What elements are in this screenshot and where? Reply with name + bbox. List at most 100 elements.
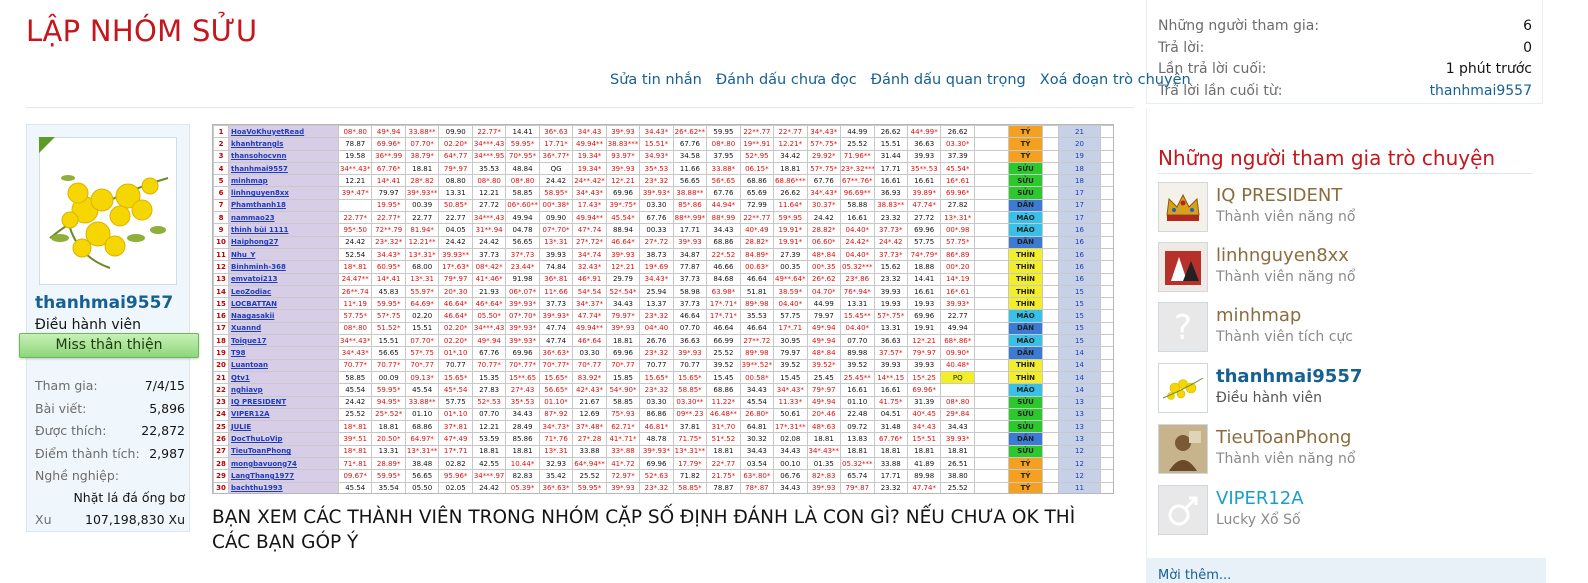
sheet-zodiac-tag: THÌN <box>1008 272 1043 286</box>
participant-avatar[interactable] <box>1158 242 1208 292</box>
sheet-gap <box>1042 235 1059 249</box>
sheet-gap <box>1100 211 1113 225</box>
sheet-cell: 00*.35 <box>806 260 842 274</box>
sheet-zodiac-tag: MÃO <box>1008 334 1043 348</box>
sheet-cell: 03.54 <box>739 457 775 471</box>
sheet-gap <box>974 321 1009 336</box>
participant-item[interactable]: VIPER12A Lucky Xổ Số <box>1158 485 1538 537</box>
stat-value: 22,872 <box>141 423 185 438</box>
sheet-member-name: bachthu1993 <box>228 481 339 493</box>
participant-item[interactable]: ? minhmap Thành viên tích cực <box>1158 302 1538 354</box>
sheet-cell: 41*.46* <box>471 272 507 286</box>
mark-unread-link[interactable]: Đánh dấu chưa đọc <box>716 72 857 88</box>
stat-value[interactable]: 2,987 <box>149 443 185 466</box>
sheet-cell: 08.80 <box>438 174 473 188</box>
sheet-cell: 46.64 <box>706 321 741 336</box>
sheet-cell: 00.39 <box>404 198 440 213</box>
participant-name[interactable]: linhnguyen8xx <box>1216 245 1349 266</box>
sheet-cell: 27.82 <box>940 198 975 213</box>
invite-more-link[interactable]: Mời thêm... <box>1158 568 1231 583</box>
sheet-cell: 69.96* <box>940 186 975 200</box>
sheet-cell: 27.72 <box>906 211 942 225</box>
sheet-cell: 45.54 <box>337 383 373 397</box>
sheet-cell: 34.43 <box>940 420 975 434</box>
question-mark-icon: ? <box>1159 303 1207 351</box>
participant-item[interactable]: TieuToanPhong Thành viên năng nổ <box>1158 424 1538 476</box>
sheet-count: 13 <box>1058 395 1101 409</box>
participant-avatar[interactable] <box>1158 485 1208 535</box>
sheet-cell: 23*.32*** <box>840 161 875 176</box>
stat-value[interactable]: 5,896 <box>149 398 185 421</box>
sheet-cell: 08*.80 <box>505 174 540 188</box>
sheet-cell: 15.51 <box>873 137 908 151</box>
invite-more-bar[interactable]: Mời thêm... <box>1146 558 1546 583</box>
sheet-cell: 60.95* <box>371 260 406 274</box>
flower-avatar-icon <box>1159 364 1207 412</box>
sheet-cell: 33*.88 <box>605 444 641 459</box>
sheet-member-name: LeoZodiac <box>228 284 339 299</box>
sheet-cell: 36.63 <box>672 334 708 348</box>
sheet-cell: 13*.31* <box>404 247 440 262</box>
participant-item[interactable]: IQ PRESIDENT Thành viên năng nổ <box>1158 182 1538 234</box>
sheet-cell: 24.47** <box>337 272 373 286</box>
sheet-cell: 20*.46 <box>806 407 842 422</box>
sheet-zodiac-tag: SỬU <box>1008 395 1043 409</box>
sheet-cell: 18.81 <box>471 444 507 459</box>
sheet-cell: 22**.77 <box>739 125 775 139</box>
flower-avatar-icon <box>40 138 176 284</box>
edit-message-link[interactable]: Sửa tin nhắn <box>610 72 702 88</box>
participant-avatar[interactable] <box>1158 424 1208 474</box>
sheet-cell: 70*.95* <box>505 149 540 163</box>
participant-name[interactable]: IQ PRESIDENT <box>1216 185 1342 206</box>
sheet-cell: 67.76 <box>706 186 741 200</box>
sheet-count: 19 <box>1058 149 1101 163</box>
sheet-member-name: emvatoi213 <box>228 272 339 286</box>
sheet-cell: 19.58 <box>337 149 373 163</box>
participant-name[interactable]: thanhmai9557 <box>1216 366 1362 387</box>
sheet-cell: 34*.73* <box>538 420 574 434</box>
mark-important-link[interactable]: Đánh dấu quan trọng <box>871 72 1026 88</box>
info-value-user-link[interactable]: thanhmai9557 <box>1430 81 1532 103</box>
sheet-cell: 39*.93 <box>605 161 641 176</box>
sheet-count: 15 <box>1058 309 1101 323</box>
sheet-gap <box>974 161 1009 176</box>
sheet-cell: 21.67 <box>572 395 607 409</box>
participant-item[interactable]: thanhmai9557 Điều hành viên <box>1158 363 1538 415</box>
sheet-cell: 03.30 <box>639 198 674 213</box>
sheet-gap <box>1100 420 1113 434</box>
sheet-gap <box>1042 272 1059 286</box>
participant-name[interactable]: VIPER12A <box>1216 488 1304 509</box>
participant-name[interactable]: TieuToanPhong <box>1216 427 1351 448</box>
poster-username[interactable]: thanhmai9557 <box>35 293 173 313</box>
sheet-cell: 67.76* <box>371 161 406 176</box>
male-symbol-icon <box>1159 486 1207 534</box>
participant-avatar[interactable]: ? <box>1158 302 1208 352</box>
participant-avatar[interactable] <box>1158 182 1208 232</box>
user-banner: Miss thân thiện <box>19 333 199 358</box>
participant-title: Lucky Xổ Số <box>1216 512 1301 528</box>
sheet-cell: 17*.71* <box>706 309 741 323</box>
sheet-cell: 34.43 <box>773 444 808 459</box>
sheet-cell: 02.05 <box>438 481 473 493</box>
sheet-row-number: 14 <box>213 284 229 299</box>
participant-avatar[interactable] <box>1158 363 1208 413</box>
sheet-cell: 72.97* <box>605 469 641 483</box>
sheet-cell: 49**.64* <box>773 272 808 286</box>
stat-label: Xu <box>35 512 52 527</box>
avatar[interactable] <box>39 137 177 285</box>
sheet-cell: 52*.63 <box>639 469 674 483</box>
sheet-cell: 38.80 <box>940 469 975 483</box>
sheet-cell: 47.74 <box>538 321 574 336</box>
sheet-cell: 08*.42* <box>471 260 507 274</box>
sheet-member-name: thansohocvnn <box>228 149 339 163</box>
sheet-gap <box>1042 125 1059 139</box>
participant-name[interactable]: minhmap <box>1216 305 1301 326</box>
sheet-cell: 64.81 <box>739 420 775 434</box>
sheet-cell: 31*.70 <box>706 420 741 434</box>
sheet-cell: 19.91* <box>773 235 808 249</box>
sheet-cell: 67.76 <box>639 211 674 225</box>
participant-item[interactable]: linhnguyen8xx Thành viên năng nổ <box>1158 242 1538 294</box>
sheet-count: 12 <box>1058 469 1101 483</box>
sheet-cell: 12.21** <box>404 235 440 249</box>
sheet-zodiac-tag: THÌN <box>1008 297 1043 311</box>
